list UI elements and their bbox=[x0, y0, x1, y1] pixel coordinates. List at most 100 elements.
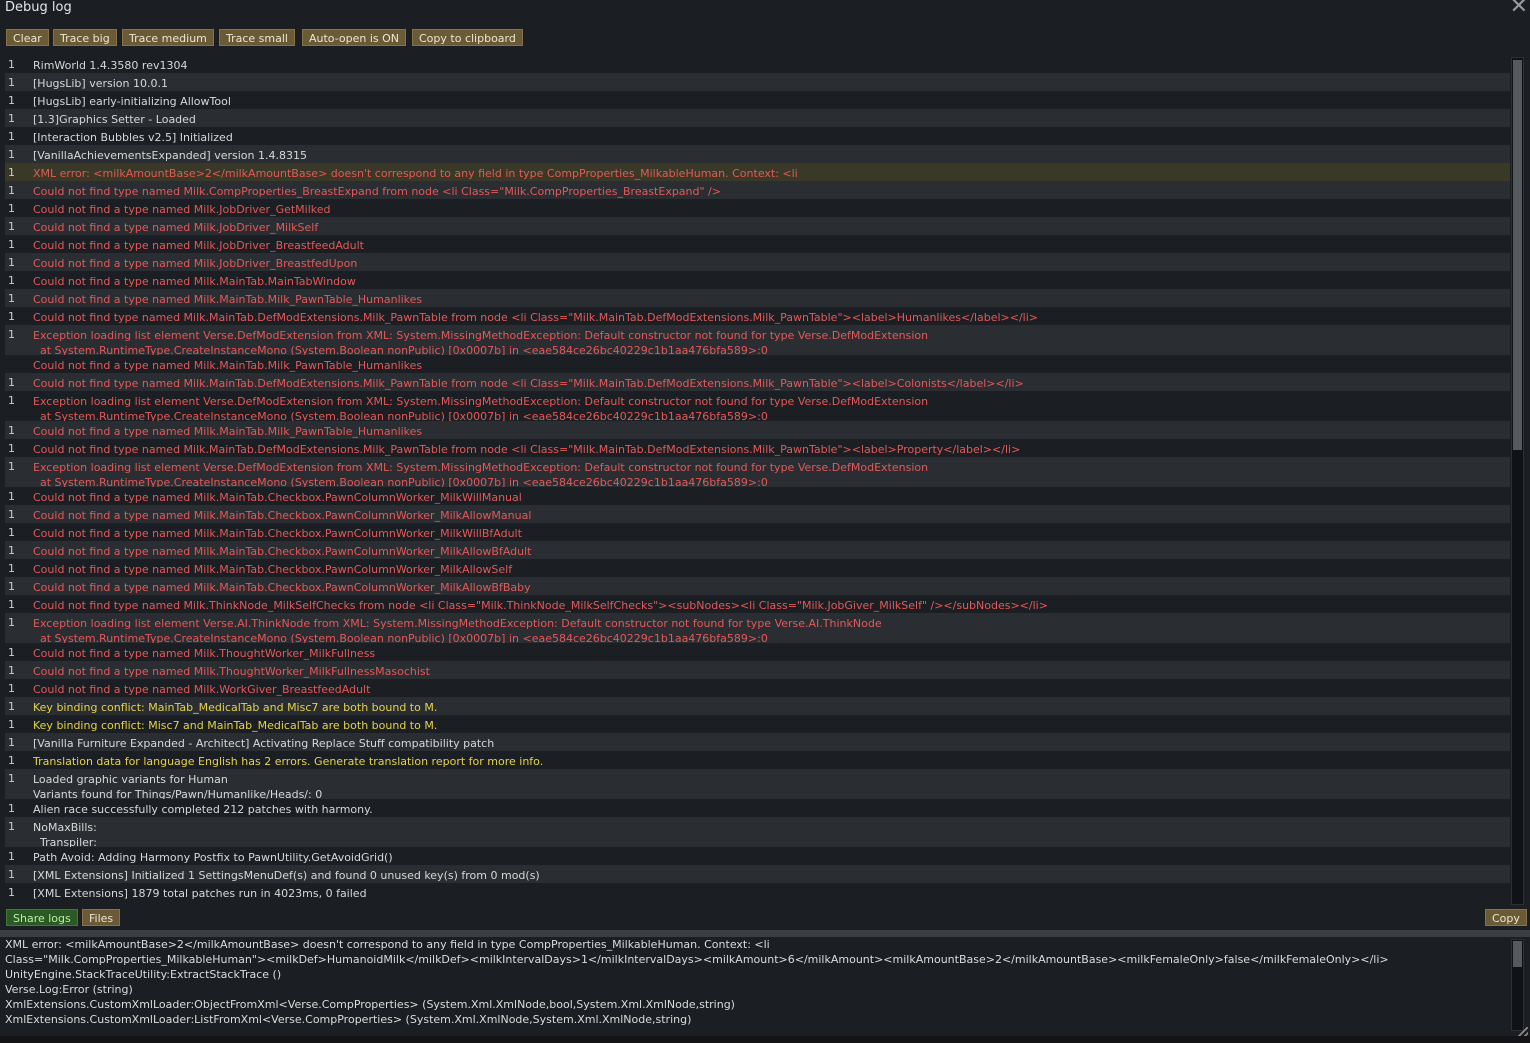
log-row-message: Loaded graphic variants for Human Varian… bbox=[33, 773, 323, 799]
log-row-count: 1 bbox=[8, 646, 15, 659]
log-row-message: Could not find a type named Milk.MainTab… bbox=[33, 293, 423, 306]
log-row[interactable]: 1 Exception loading list element Verse.De… bbox=[5, 457, 1510, 487]
log-list[interactable]: 1 RimWorld 1.4.3580 rev1304 1 [HugsLib] ver… bbox=[5, 55, 1510, 905]
log-row-count: 1 bbox=[8, 202, 15, 215]
log-row[interactable]: 1 Could not find a type named Milk.MainTa… bbox=[5, 505, 1510, 523]
log-row-message: RimWorld 1.4.3580 rev1304 bbox=[33, 59, 188, 72]
log-row[interactable]: 1 Could not find a type named Milk.Though… bbox=[5, 661, 1510, 679]
log-row-message: Could not find type named Milk.CompPrope… bbox=[33, 185, 721, 198]
log-row-count: 1 bbox=[8, 184, 15, 197]
share-logs-button[interactable]: Share logs bbox=[6, 909, 78, 926]
log-row[interactable]: 1 [HugsLib] version 10.0.1 bbox=[5, 73, 1510, 91]
log-row-message: Could not find a type named Milk.WorkGiv… bbox=[33, 683, 371, 696]
log-row[interactable]: 1 Alien race successfully completed 212 p… bbox=[5, 799, 1510, 817]
log-row[interactable]: 1 Could not find a type named Milk.JobDri… bbox=[5, 199, 1510, 217]
log-scrollbar-thumb[interactable] bbox=[1513, 60, 1522, 450]
log-row[interactable]: 1 Key binding conflict: MainTab_MedicalTa… bbox=[5, 697, 1510, 715]
log-row[interactable]: 1 Could not find a type named Milk.WorkGi… bbox=[5, 679, 1510, 697]
log-row[interactable]: 1 [Interaction Bubbles v2.5] Initialized bbox=[5, 127, 1510, 145]
log-row[interactable]: 1 XML error: <milkAmountBase>2</milkAmoun… bbox=[5, 163, 1510, 181]
log-row-count: 1 bbox=[8, 598, 15, 611]
detail-line: XmlExtensions.CustomXmlLoader:ListFromXm… bbox=[5, 1013, 692, 1026]
log-row[interactable]: 1 Could not find a type named Milk.Though… bbox=[5, 643, 1510, 661]
log-row[interactable]: 1 Exception loading list element Verse.De… bbox=[5, 325, 1510, 355]
log-row[interactable]: 1 Exception loading list element Verse.De… bbox=[5, 391, 1510, 421]
log-row-count: 1 bbox=[8, 166, 15, 179]
log-row[interactable]: 1 Loaded graphic variants for Human Varia… bbox=[5, 769, 1510, 799]
log-row-count: 1 bbox=[8, 130, 15, 143]
trace-medium-button[interactable]: Trace medium bbox=[122, 29, 214, 46]
log-row-count: 1 bbox=[8, 772, 15, 785]
log-row[interactable]: 1 Could not find a type named Milk.MainTa… bbox=[5, 421, 1510, 439]
detail-scrollbar-thumb[interactable] bbox=[1513, 941, 1522, 967]
log-row-message: Could not find type named Milk.MainTab.D… bbox=[33, 311, 1039, 324]
log-row[interactable]: 1 Could not find a type named Milk.MainTa… bbox=[5, 289, 1510, 307]
trace-small-button[interactable]: Trace small bbox=[219, 29, 295, 46]
log-row-message: Exception loading list element Verse.Def… bbox=[33, 461, 929, 487]
log-row-count: 1 bbox=[8, 292, 15, 305]
log-row[interactable]: 1 [XML Extensions] Initialized 1 Settings… bbox=[5, 865, 1510, 883]
auto-open-toggle[interactable]: Auto-open is ON bbox=[302, 29, 407, 46]
copy-button[interactable]: Copy bbox=[1485, 909, 1527, 926]
log-row-message: Key binding conflict: MainTab_MedicalTab… bbox=[33, 701, 438, 714]
log-row[interactable]: 1 NoMaxBills: Transpiler: bbox=[5, 817, 1510, 847]
log-detail-panel[interactable]: XML error: <milkAmountBase>2</milkAmount… bbox=[5, 937, 1510, 1032]
log-row-count: 1 bbox=[8, 238, 15, 251]
log-row-message: [VanillaAchievementsExpanded] version 1.… bbox=[33, 149, 307, 162]
log-row-message: [XML Extensions] Initialized 1 SettingsM… bbox=[33, 869, 540, 882]
log-row-count: 1 bbox=[8, 736, 15, 749]
log-row[interactable]: 1 Could not find a type named Milk.JobDri… bbox=[5, 235, 1510, 253]
log-row-message: Could not find type named Milk.MainTab.D… bbox=[33, 377, 1024, 390]
log-row-count: 1 bbox=[8, 310, 15, 323]
log-row-count: 1 bbox=[8, 682, 15, 695]
log-row[interactable]: 1 Path Avoid: Adding Harmony Postfix to P… bbox=[5, 847, 1510, 865]
clear-button[interactable]: Clear bbox=[6, 29, 49, 46]
log-row-message: [Interaction Bubbles v2.5] Initialized bbox=[33, 131, 233, 144]
log-row[interactable]: 1 Could not find a type named Milk.MainTa… bbox=[5, 271, 1510, 289]
detail-line: Verse.Log:Error (string) bbox=[5, 983, 133, 996]
log-row-count: 1 bbox=[8, 868, 15, 881]
log-row[interactable]: 1 Could not find type named Milk.MainTab.… bbox=[5, 307, 1510, 325]
log-row-message: XML error: <milkAmountBase>2</milkAmount… bbox=[33, 167, 798, 180]
log-row[interactable]: 1 Could not find a type named Milk.MainTa… bbox=[5, 559, 1510, 577]
log-row[interactable]: Could not find a type named Milk.MainTab… bbox=[5, 355, 1510, 373]
log-row[interactable]: 1 Could not find a type named Milk.MainTa… bbox=[5, 577, 1510, 595]
log-row[interactable]: 1 Translation data for language English h… bbox=[5, 751, 1510, 769]
log-row-message: [1.3]Graphics Setter - Loaded bbox=[33, 113, 196, 126]
log-row[interactable]: 1 Could not find a type named Milk.MainTa… bbox=[5, 487, 1510, 505]
log-row-message: Could not find a type named Milk.Thought… bbox=[33, 647, 376, 660]
log-row-message: Exception loading list element Verse.Def… bbox=[33, 329, 929, 355]
log-row[interactable]: 1 Could not find type named Milk.MainTab.… bbox=[5, 439, 1510, 457]
log-row-count: 1 bbox=[8, 460, 15, 473]
log-row[interactable]: 1 [HugsLib] early-initializing AllowTool bbox=[5, 91, 1510, 109]
close-icon[interactable]: ✕ bbox=[1510, 0, 1528, 19]
log-row[interactable]: 1 [XML Extensions] 1879 total patches run… bbox=[5, 883, 1510, 901]
splitter[interactable] bbox=[0, 930, 1530, 937]
log-row-message: Exception loading list element Verse.AI.… bbox=[33, 617, 882, 643]
log-row[interactable]: 1 [Vanilla Furniture Expanded - Architect… bbox=[5, 733, 1510, 751]
log-row[interactable]: 1 Could not find type named Milk.MainTab.… bbox=[5, 373, 1510, 391]
log-row-message: Could not find a type named Milk.JobDriv… bbox=[33, 221, 319, 234]
log-row[interactable]: 1 Key binding conflict: Misc7 and MainTab… bbox=[5, 715, 1510, 733]
log-row-message: Key binding conflict: Misc7 and MainTab_… bbox=[33, 719, 438, 732]
log-row[interactable]: 1 Could not find a type named Milk.JobDri… bbox=[5, 253, 1510, 271]
log-row-count: 1 bbox=[8, 562, 15, 575]
log-row-count: 1 bbox=[8, 544, 15, 557]
log-row[interactable]: 1 Could not find a type named Milk.JobDri… bbox=[5, 217, 1510, 235]
files-button[interactable]: Files bbox=[82, 909, 121, 926]
log-row-count: 1 bbox=[8, 256, 15, 269]
log-row[interactable]: 1 [1.3]Graphics Setter - Loaded bbox=[5, 109, 1510, 127]
trace-big-button[interactable]: Trace big bbox=[53, 29, 117, 46]
log-row[interactable]: 1 RimWorld 1.4.3580 rev1304 bbox=[5, 55, 1510, 73]
copy-to-clipboard-button[interactable]: Copy to clipboard bbox=[412, 29, 523, 46]
log-row-message: Could not find type named Milk.ThinkNode… bbox=[33, 599, 1048, 612]
log-row-message: Could not find type named Milk.MainTab.D… bbox=[33, 443, 1021, 456]
log-row[interactable]: 1 Could not find type named Milk.CompProp… bbox=[5, 181, 1510, 199]
log-row[interactable]: 1 [VanillaAchievementsExpanded] version 1… bbox=[5, 145, 1510, 163]
log-row[interactable]: 1 Could not find a type named Milk.MainTa… bbox=[5, 523, 1510, 541]
log-row-message: Could not find a type named Milk.MainTab… bbox=[33, 509, 532, 522]
log-row[interactable]: 1 Could not find a type named Milk.MainTa… bbox=[5, 541, 1510, 559]
log-row[interactable]: 1 Could not find type named Milk.ThinkNod… bbox=[5, 595, 1510, 613]
log-row[interactable]: 1 Exception loading list element Verse.AI… bbox=[5, 613, 1510, 643]
game-background-strip bbox=[0, 1036, 1530, 1043]
